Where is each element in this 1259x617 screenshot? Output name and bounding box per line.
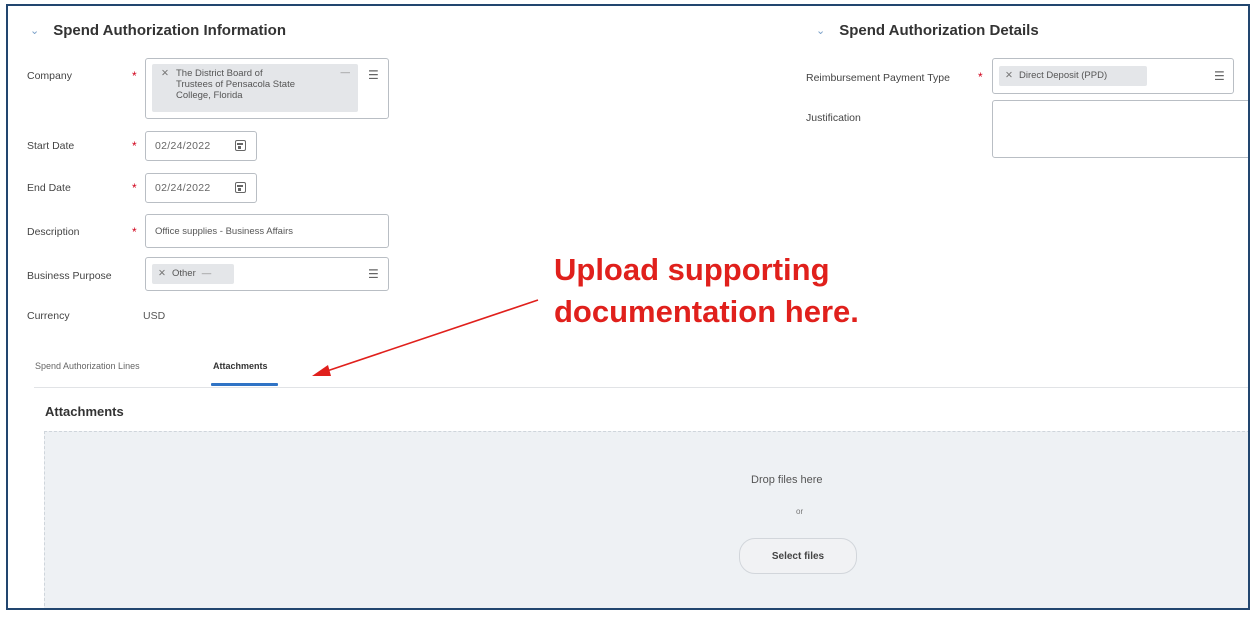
annotation-arrow xyxy=(312,299,539,376)
spend-authorization-form: ⌄ Spend Authorization Information ⌄ Spen… xyxy=(6,4,1250,610)
